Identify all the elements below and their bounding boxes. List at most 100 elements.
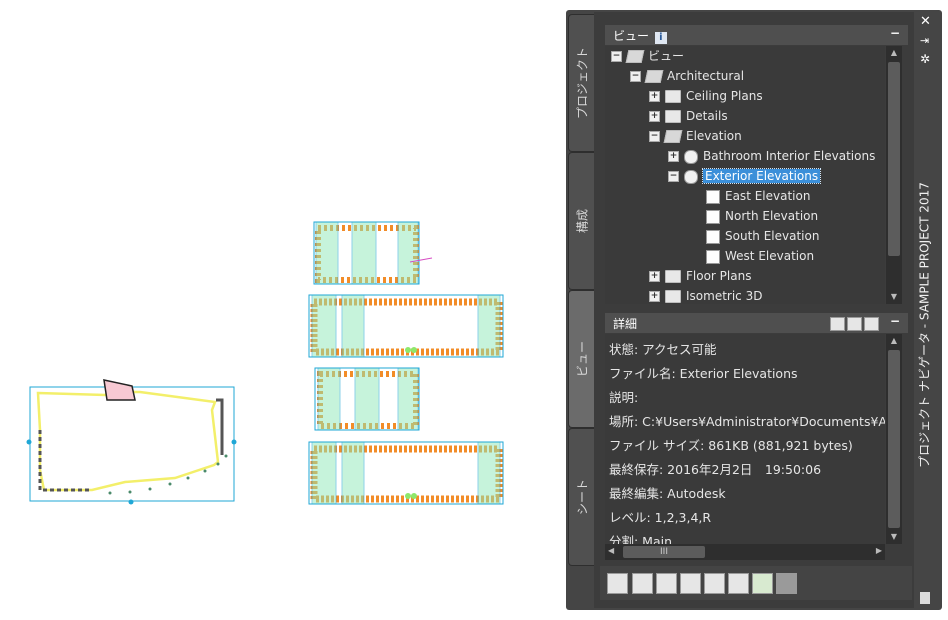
scroll-right-arrow[interactable]: ▶ (876, 546, 882, 555)
details-horizontal-scrollbar[interactable]: ◀ III ▶ (605, 544, 885, 560)
detail-last-edited: 最終編集: Autodesk (609, 486, 726, 501)
scroll-left-arrow[interactable]: ◀ (608, 546, 614, 555)
folder-open-icon (644, 70, 664, 83)
elevation-sheet-4[interactable] (308, 441, 504, 505)
tree-node-label: Isometric 3D (686, 289, 763, 303)
panel-splitter[interactable] (605, 306, 908, 312)
details-list: 状態: アクセス可能 ファイル名: Exterior Elevations 説明… (605, 338, 885, 544)
elevation-sheet-2[interactable] (308, 294, 504, 358)
view-panel-title: ビュー i (613, 27, 667, 44)
folder-icon (665, 110, 681, 123)
add-detail-icon[interactable] (656, 573, 677, 594)
scroll-down-arrow[interactable]: ▼ (886, 530, 902, 544)
tree-node-label: Details (686, 109, 728, 123)
tree-node-elevation[interactable]: − Elevation (649, 126, 742, 146)
select-icon[interactable] (704, 573, 725, 594)
scroll-up-arrow[interactable]: ▲ (886, 46, 902, 60)
collapse-icon[interactable]: − (649, 131, 660, 142)
tree-node-north-elevation[interactable]: North Elevation (706, 206, 818, 226)
expand-icon[interactable]: + (649, 111, 660, 122)
view-icon (706, 229, 720, 244)
elevation-icon (684, 149, 698, 164)
floor-plan-drawing[interactable] (26, 379, 237, 505)
tree-node-floor-plans[interactable]: + Floor Plans (649, 266, 751, 286)
tree-node-views[interactable]: − ビュー (611, 46, 684, 66)
tree-node-label: West Elevation (725, 249, 815, 263)
tree-node-label: ビュー (648, 49, 685, 63)
detail-description: 説明: (609, 390, 639, 405)
elevation-icon (684, 169, 698, 184)
tab-project[interactable]: プロジェクト (568, 14, 595, 152)
tree-node-label: Floor Plans (686, 269, 752, 283)
tree-node-east-elevation[interactable]: East Elevation (706, 186, 810, 206)
collapse-icon[interactable]: − (668, 171, 679, 182)
tree-node-exterior-elevations[interactable]: − Exterior Elevations (668, 166, 822, 186)
collapse-view-panel-button[interactable]: − (890, 26, 900, 40)
collapse-icon[interactable]: − (630, 71, 641, 82)
tab-views-label: ビュー (575, 340, 590, 378)
palette-title-text: プロジェクト ナビゲータ - SAMPLE PROJECT 2017 (917, 182, 932, 468)
auto-hide-icon[interactable]: ⇥ (920, 34, 929, 47)
view-icon (706, 249, 720, 264)
tree-node-architectural[interactable]: − Architectural (630, 66, 744, 86)
expand-icon[interactable]: + (649, 271, 660, 282)
expand-icon[interactable]: + (668, 151, 679, 162)
scroll-up-arrow[interactable]: ▲ (886, 334, 902, 348)
open-icon[interactable] (680, 573, 701, 594)
tree-node-label: East Elevation (725, 189, 811, 203)
detail-location: 場所: C:¥Users¥Administrator¥Documents¥Aut… (609, 414, 885, 429)
tree-node-ceiling-plans[interactable]: + Ceiling Plans (649, 86, 763, 106)
drawing-canvas[interactable] (0, 0, 590, 620)
view-icon (706, 189, 720, 204)
elevation-sheet-1[interactable] (313, 221, 433, 285)
tree-node-label: Bathroom Interior Elevations (703, 149, 876, 163)
preview-icon[interactable] (830, 317, 845, 331)
view-tree-scrollbar[interactable]: ▲ ▼ (886, 46, 902, 304)
tab-constructs[interactable]: 構成 (568, 152, 595, 290)
table-icon[interactable] (728, 573, 749, 594)
scroll-down-arrow[interactable]: ▼ (886, 290, 902, 304)
details-panel-title: 詳細 (613, 317, 638, 331)
tree-node-west-elevation[interactable]: West Elevation (706, 246, 814, 266)
close-icon[interactable]: ✕ (920, 14, 931, 29)
info-icon[interactable]: i (654, 32, 667, 44)
tree-node-bathroom-interior-elevations[interactable]: + Bathroom Interior Elevations (668, 146, 875, 166)
details-icon[interactable] (847, 317, 862, 331)
tree-node-label: Architectural (667, 69, 745, 83)
folder-icon (665, 270, 681, 283)
scroll-thumb[interactable]: III (623, 546, 705, 558)
tree-node-label: Elevation (686, 129, 742, 143)
expand-icon[interactable]: + (649, 91, 660, 102)
details-panel-header: 詳細 − (605, 313, 908, 333)
folder-open-icon (663, 130, 683, 143)
properties-icon[interactable] (864, 317, 879, 331)
repath-icon[interactable] (776, 573, 797, 594)
folder-open-icon (625, 50, 645, 63)
add-section-icon[interactable] (632, 573, 653, 594)
elevation-sheet-3[interactable] (314, 367, 420, 431)
tree-node-south-elevation[interactable]: South Elevation (706, 226, 819, 246)
tab-views[interactable]: ビュー (568, 290, 595, 428)
refresh-icon[interactable] (752, 573, 773, 594)
collapse-details-panel-button[interactable]: − (890, 314, 900, 328)
folder-icon (665, 90, 681, 103)
collapse-icon[interactable]: − (611, 51, 622, 62)
add-view-icon[interactable] (607, 573, 628, 594)
view-panel-title-text: ビュー (613, 29, 650, 43)
tree-node-label-selected: Exterior Elevations (701, 168, 822, 184)
scroll-thumb[interactable] (888, 350, 900, 528)
expand-icon[interactable]: + (649, 291, 660, 302)
tree-node-label: South Elevation (725, 229, 820, 243)
scroll-thumb[interactable] (888, 62, 900, 256)
tab-constructs-label: 構成 (575, 208, 590, 234)
tree-node-details[interactable]: + Details (649, 106, 728, 126)
details-scrollbar[interactable]: ▲ ▼ (886, 334, 902, 544)
palette-title: プロジェクト ナビゲータ - SAMPLE PROJECT 2017 (916, 60, 932, 590)
tab-sheets[interactable]: シート (568, 428, 595, 566)
tab-sheets-label: シート (575, 478, 590, 516)
detail-division: 分割: Main (609, 534, 673, 544)
tab-project-label: プロジェクト (575, 46, 590, 120)
detail-file-size: ファイル サイズ: 861KB (881,921 bytes) (609, 438, 853, 453)
palette-menu-icon[interactable] (920, 592, 930, 604)
tree-node-isometric-3d[interactable]: + Isometric 3D (649, 286, 762, 306)
